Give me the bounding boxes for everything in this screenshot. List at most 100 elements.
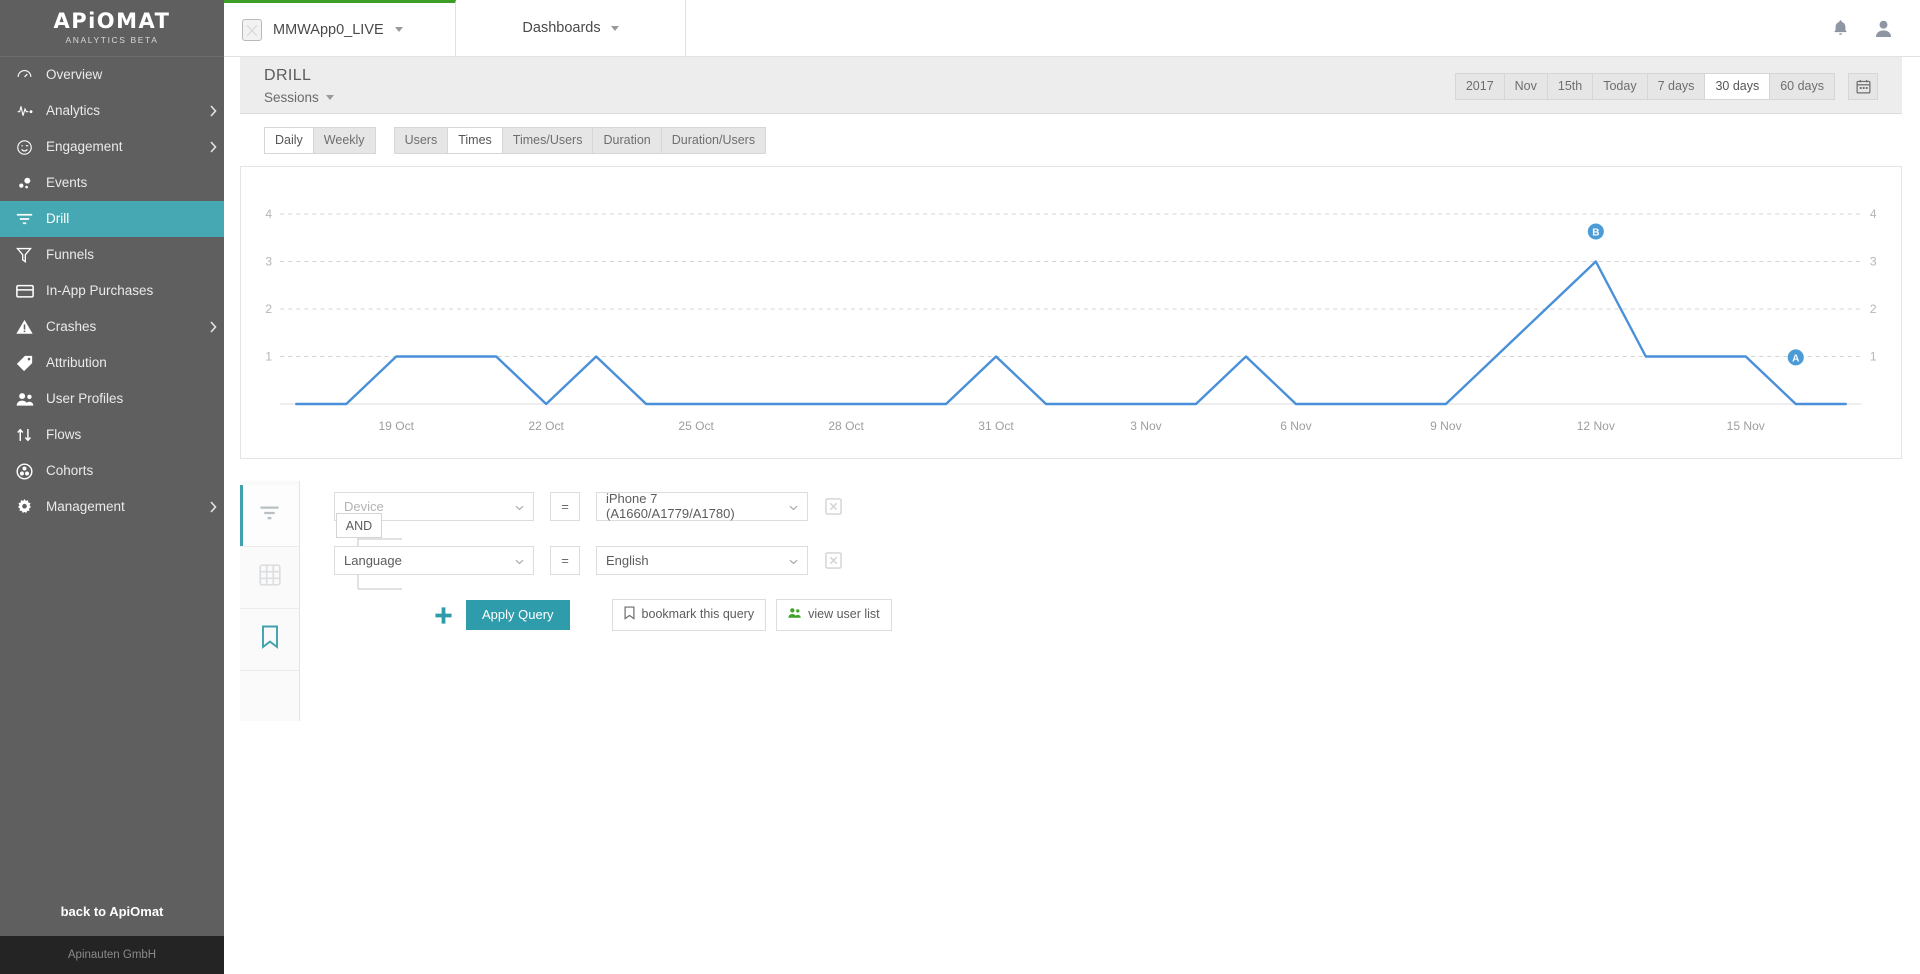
metric-tab-times[interactable]: Times	[447, 127, 502, 155]
condition-operator-select[interactable]: =	[550, 491, 580, 521]
date-btn-today[interactable]: Today	[1592, 73, 1647, 101]
y-axis-tick-label: 4	[1870, 207, 1877, 221]
svg-text:B: B	[1592, 228, 1599, 239]
sidebar-item-engagement[interactable]: Engagement	[0, 129, 224, 165]
x-axis-tick-label: 9 Nov	[1430, 419, 1461, 433]
bookmark-query-button[interactable]: bookmark this query	[611, 599, 767, 632]
card-icon	[16, 284, 46, 298]
sidebar-item-drill[interactable]: Drill	[0, 201, 224, 237]
page-content: DRILL Sessions 2017 Nov 15th Today 7 days 30 …	[224, 57, 1920, 974]
back-to-apiomat-link[interactable]: back to ApiOmat	[0, 886, 224, 936]
panel-header: DRILL Sessions 2017 Nov 15th Today 7 days 30 …	[240, 57, 1902, 114]
chart-annotation-badge[interactable]: A	[1787, 349, 1804, 366]
qb-tab-filter[interactable]	[240, 485, 299, 548]
query-operator-and[interactable]: AND	[336, 513, 382, 539]
metric-selector[interactable]: Sessions	[264, 90, 1455, 105]
gear-icon	[16, 498, 46, 516]
panel-header-left: DRILL Sessions	[264, 67, 1455, 105]
date-btn-nov[interactable]: Nov	[1503, 73, 1547, 101]
sidebar-item-analytics[interactable]: Analytics	[0, 93, 224, 129]
chevron-down-icon	[505, 499, 524, 514]
query-secondary-actions: bookmark this query view user list	[611, 599, 892, 632]
x-axis-tick-label: 6 Nov	[1280, 419, 1311, 433]
condition-field-label: Device	[344, 498, 384, 514]
pulse-icon	[16, 103, 46, 119]
remove-condition-button[interactable]	[822, 549, 844, 571]
chart-annotation-badge[interactable]: B	[1587, 223, 1604, 240]
users-icon	[16, 392, 46, 407]
sidebar-item-in-app-purchases[interactable]: In-App Purchases	[0, 273, 224, 309]
query-conditions: Device = iPhone 7 (A1660/A1779/A1780) Langu…	[334, 491, 1920, 575]
condition-field-label: Language	[344, 552, 402, 568]
qb-tab-bookmarks[interactable]	[240, 609, 299, 672]
qb-tab-table[interactable]	[240, 547, 299, 610]
chart-line-series	[295, 260, 1847, 406]
y-axis-tick-label: 2	[265, 302, 272, 316]
x-axis-tick-label: 3 Nov	[1130, 419, 1161, 433]
chevron-down-icon	[779, 553, 798, 568]
sidebar-item-crashes[interactable]: Crashes	[0, 309, 224, 345]
metric-tab-users[interactable]: Users	[393, 127, 448, 155]
sidebar-item-management[interactable]: Management	[0, 489, 224, 525]
remove-condition-button[interactable]	[822, 495, 844, 517]
calendar-icon[interactable]	[1848, 73, 1878, 101]
date-btn-15th[interactable]: 15th	[1546, 73, 1593, 101]
date-btn-60-days[interactable]: 60 days	[1769, 73, 1835, 101]
y-axis-tick-label: 1	[265, 350, 272, 364]
sidebar-item-events[interactable]: Events	[0, 165, 224, 201]
chevron-right-icon	[202, 105, 224, 117]
sidebar-footer: Apinauten GmbH	[0, 936, 224, 974]
app-selector-tab[interactable]: MMWApp0_LIVE	[224, 0, 456, 56]
y-axis-tick-label: 3	[1870, 255, 1877, 269]
date-btn-7-days[interactable]: 7 days	[1646, 73, 1705, 101]
view-user-list-button[interactable]: view user list	[776, 599, 892, 632]
chevron-right-icon	[202, 321, 224, 333]
metric-selector-label: Sessions	[264, 90, 319, 105]
bell-icon[interactable]	[1832, 19, 1849, 38]
condition-value-label: English	[606, 552, 649, 568]
metric-tab-duration[interactable]: Duration	[592, 127, 661, 155]
condition-operator-select[interactable]: =	[550, 545, 580, 575]
sidebar-item-label: Cohorts	[46, 463, 94, 479]
date-btn-2017[interactable]: 2017	[1454, 73, 1504, 101]
chart-canvas: 1 1 2 2 3 3 4 4 19 Oct 22 Oct 25 Oct 28 Oct 31 Oct 3 …	[265, 207, 1877, 433]
sidebar-item-label: Crashes	[46, 319, 97, 335]
sidebar-item-overview[interactable]: Overview	[0, 57, 224, 93]
sidebar-item-label: User Profiles	[46, 391, 124, 407]
sidebar-item-label: Funnels	[46, 247, 95, 263]
dashboards-tab[interactable]: Dashboards	[456, 0, 686, 56]
chevron-down-icon	[325, 95, 334, 100]
sidebar-item-flows[interactable]: Flows	[0, 417, 224, 453]
condition-operator-label: =	[561, 498, 569, 514]
interval-tab-weekly[interactable]: Weekly	[312, 127, 376, 155]
sidebar-item-attribution[interactable]: Attribution	[0, 345, 224, 381]
view-user-list-label: view user list	[808, 607, 880, 622]
user-icon[interactable]	[1875, 19, 1892, 38]
interval-tab-daily[interactable]: Daily	[264, 127, 313, 155]
add-condition-button[interactable]	[432, 604, 454, 626]
condition-field-select[interactable]: Language	[334, 545, 534, 575]
metric-tab-times-users[interactable]: Times/Users	[501, 127, 593, 155]
metric-tab-duration-users[interactable]: Duration/Users	[660, 127, 767, 155]
funnel-icon	[16, 247, 46, 264]
x-axis-tick-label: 28 Oct	[828, 419, 864, 433]
sidebar-item-label: Engagement	[46, 139, 123, 155]
users-icon	[788, 607, 801, 623]
x-axis-tick-label: 19 Oct	[378, 419, 414, 433]
condition-value-select[interactable]: English	[596, 545, 808, 575]
chart-tabs-row: Daily Weekly Users Times Times/Users Duratio…	[240, 114, 1902, 168]
apply-query-button[interactable]: Apply Query	[466, 600, 570, 631]
sidebar-item-cohorts[interactable]: Cohorts	[0, 453, 224, 489]
y-axis-tick-label: 2	[1870, 302, 1877, 316]
page-title: DRILL	[264, 67, 312, 84]
date-btn-30-days[interactable]: 30 days	[1704, 73, 1770, 101]
sidebar-item-funnels[interactable]: Funnels	[0, 237, 224, 273]
condition-value-select[interactable]: iPhone 7 (A1660/A1779/A1780)	[596, 491, 808, 521]
x-axis-tick-label: 25 Oct	[678, 419, 714, 433]
query-condition-row: Language = English	[334, 545, 1920, 575]
brand-subtitle: Analytics Beta	[65, 35, 159, 45]
sidebar-item-user-profiles[interactable]: User Profiles	[0, 381, 224, 417]
sidebar-item-label: In-App Purchases	[46, 283, 154, 299]
sidebar-nav: Overview Analytics Engagement Events Dri…	[0, 57, 224, 525]
